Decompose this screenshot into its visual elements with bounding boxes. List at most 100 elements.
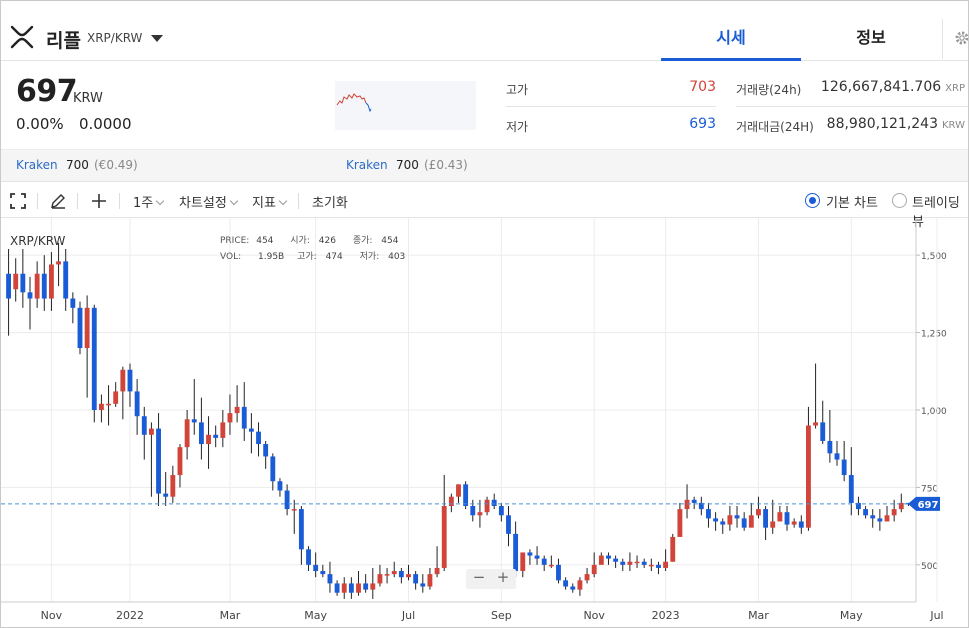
tradingview-radio[interactable] bbox=[892, 193, 907, 208]
x-tick-label: Nov bbox=[583, 609, 605, 622]
x-tick-label: 2023 bbox=[652, 609, 680, 622]
zoom-in-button[interactable]: + bbox=[493, 568, 513, 586]
y-tick-label: 750 bbox=[921, 484, 938, 494]
zoom-out-button[interactable]: − bbox=[469, 568, 489, 586]
candle-body bbox=[620, 561, 626, 565]
coin-dropdown-caret-icon[interactable] bbox=[151, 35, 163, 42]
candle-body bbox=[313, 564, 319, 572]
exchange-price-eur: 700 bbox=[66, 158, 89, 172]
low-value: 693 bbox=[689, 116, 716, 132]
toolbar-divider bbox=[119, 193, 120, 209]
candlestick-chart[interactable]: 1,500 1,250 1,000 750 500 Nov 2022 Mar May Jul Sep… bbox=[1, 218, 969, 628]
candle-body bbox=[798, 521, 804, 528]
exchange-name-eur[interactable]: Kraken bbox=[16, 158, 58, 172]
legend-low: 403 bbox=[388, 252, 406, 262]
candle-body bbox=[541, 558, 547, 565]
candle-body bbox=[634, 561, 640, 564]
plus-icon[interactable] bbox=[90, 192, 108, 210]
y-tick-label: 1,250 bbox=[921, 330, 947, 340]
candle-body bbox=[48, 264, 54, 299]
candle-body bbox=[263, 444, 269, 457]
candle-body bbox=[248, 428, 254, 432]
legend-high-label: 고가: bbox=[297, 252, 317, 262]
candle-body bbox=[527, 552, 533, 556]
candle-body bbox=[434, 567, 440, 575]
candle-body bbox=[220, 422, 226, 438]
legend-close: 454 bbox=[381, 236, 399, 246]
candle-body bbox=[584, 574, 590, 581]
candle-body bbox=[320, 571, 326, 575]
candle-body bbox=[363, 583, 369, 590]
chart-settings-menu[interactable]: 차트설정 bbox=[179, 192, 239, 211]
candle-body bbox=[548, 564, 554, 567]
candle-body bbox=[777, 512, 783, 522]
candle-body bbox=[63, 261, 69, 299]
exchange-price-gbp: 700 bbox=[396, 158, 419, 172]
candle-body bbox=[198, 422, 204, 445]
exchange-bar bbox=[1, 149, 968, 182]
chart-widget: 리플 XRP/KRW 시세 정보 697 KRW 0.00% 0.0000 고가… bbox=[0, 0, 969, 628]
volume-value: 126,667,841.706 bbox=[820, 79, 942, 95]
gear-icon[interactable] bbox=[954, 30, 969, 46]
candle-body bbox=[370, 583, 376, 590]
candle-body bbox=[256, 431, 261, 445]
candle-body bbox=[98, 403, 104, 410]
candle-body bbox=[477, 512, 483, 516]
candle-body bbox=[784, 512, 790, 525]
legend-vol-label: VOL: bbox=[220, 252, 242, 262]
reset-button[interactable]: 초기화 bbox=[312, 192, 348, 211]
candle-body bbox=[156, 428, 161, 494]
price-unit: KRW bbox=[73, 91, 103, 106]
candle-body bbox=[41, 273, 47, 299]
interval-select[interactable]: 1주 bbox=[133, 192, 165, 211]
amount-label: 거래대금(24H) bbox=[736, 120, 814, 134]
candle-body bbox=[298, 509, 304, 550]
basic-chart-radio[interactable] bbox=[805, 193, 820, 208]
mini-sparkline bbox=[335, 81, 476, 130]
candle-body bbox=[570, 586, 576, 590]
candle-body bbox=[241, 406, 247, 429]
x-tick-label: May bbox=[304, 609, 327, 622]
y-tick-label: 1,500 bbox=[921, 252, 947, 262]
toolbar-divider bbox=[77, 193, 78, 209]
x-tick-label: Nov bbox=[41, 609, 63, 622]
candle-body bbox=[341, 583, 347, 593]
candle-body bbox=[763, 509, 769, 528]
candle-body bbox=[884, 515, 890, 522]
legend-high: 474 bbox=[325, 252, 343, 262]
ohlc-legend-row2: VOL: 1.95B 고가: 474 저가: 403 bbox=[220, 249, 405, 262]
indicators-menu[interactable]: 지표 bbox=[252, 192, 288, 211]
candle-body bbox=[334, 583, 340, 593]
legend-open-label: 시가: bbox=[290, 236, 310, 246]
candle-body bbox=[348, 583, 354, 593]
pencil-icon[interactable] bbox=[49, 192, 67, 210]
volume-unit: XRP bbox=[945, 83, 965, 94]
candle-body bbox=[163, 493, 169, 497]
candle-body bbox=[513, 533, 519, 572]
candle-body bbox=[727, 515, 733, 525]
candle-body bbox=[270, 456, 276, 482]
candle-body bbox=[470, 506, 476, 516]
candle-body bbox=[556, 564, 561, 581]
candle-body bbox=[391, 571, 397, 575]
candle-body bbox=[13, 273, 19, 290]
tab-info[interactable]: 정보 bbox=[801, 1, 941, 61]
x-tick-label: Jul bbox=[929, 609, 943, 622]
current-price: 697 bbox=[16, 74, 78, 109]
x-tick-label: May bbox=[840, 609, 863, 622]
candle-body bbox=[506, 515, 511, 534]
fullscreen-icon[interactable] bbox=[9, 192, 27, 210]
candle-body bbox=[184, 419, 190, 448]
tab-market[interactable]: 시세 bbox=[661, 1, 801, 61]
candle-body bbox=[420, 583, 426, 587]
candle-body bbox=[498, 506, 504, 516]
candle-body bbox=[413, 574, 419, 584]
candle-body bbox=[734, 515, 740, 519]
volume-value-wrap: 126,667,841.706 XRP bbox=[821, 79, 965, 95]
candle-body bbox=[170, 475, 176, 497]
candle-body bbox=[6, 273, 11, 299]
candle-body bbox=[491, 499, 497, 506]
legend-open: 426 bbox=[318, 236, 336, 246]
exchange-name-gbp[interactable]: Kraken bbox=[346, 158, 388, 172]
candle-body bbox=[213, 434, 219, 438]
